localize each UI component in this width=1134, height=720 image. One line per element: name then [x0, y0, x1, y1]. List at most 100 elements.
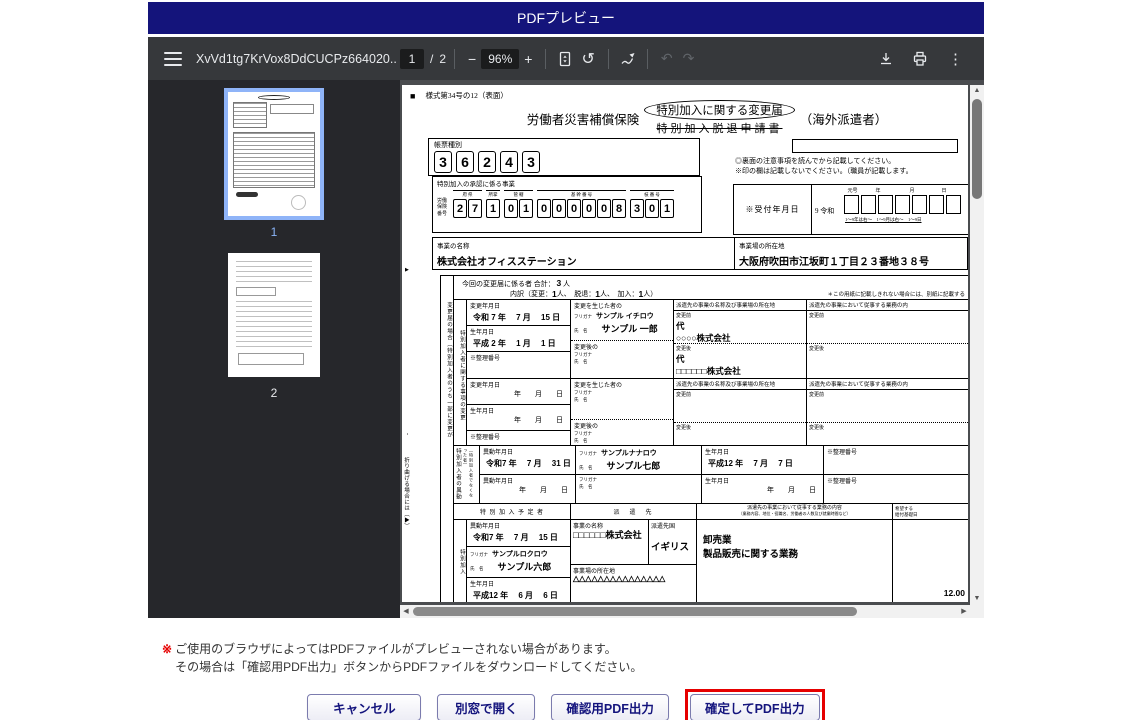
- form-type-digit: 4: [500, 151, 518, 173]
- page-number-input[interactable]: 1: [400, 48, 424, 69]
- thumbnail-page-1[interactable]: [224, 88, 324, 220]
- hoken-head: 府 県: [453, 190, 482, 198]
- open-new-window-button[interactable]: 別窓で開く: [437, 694, 536, 720]
- after-label: 変更後: [809, 347, 825, 353]
- menu-icon[interactable]: [164, 51, 182, 66]
- confirm-pdf-output-button[interactable]: 確認用PDF出力: [551, 694, 669, 720]
- name-label: 氏 名: [579, 465, 593, 471]
- work-header: 派遣先の事業において従事する業務の内: [807, 300, 968, 312]
- business-address-value: 大阪府吹田市江坂町１丁目２３番地３８号: [739, 257, 929, 268]
- zoom-in-button[interactable]: +: [519, 49, 537, 69]
- reception-date-box: ※受付年月日 9 令和 元号 年 月 日 1～9年は右～ 1～9月は右～ 1～9…: [733, 184, 968, 235]
- summary-text: 人、 加入：: [599, 290, 639, 299]
- thumb-decor: [258, 95, 290, 100]
- warning-asterisk: ※: [162, 642, 173, 656]
- hoken-digit: 0: [537, 199, 551, 218]
- annotate-pen-icon[interactable]: [617, 48, 639, 70]
- person-label: 変更を生じた者の: [574, 304, 623, 311]
- thumbnail-label-2: 2: [270, 386, 278, 400]
- form-type-digit: 3: [434, 151, 452, 173]
- enrollment-row-1: 特別加入 異動年月日 令和7 年 7 月 15 日 フリガナ サンプルロクロウ 氏 …: [454, 520, 968, 602]
- furigana-label: フリガナ: [574, 390, 592, 396]
- dispatch-dest-header: 派 遣 先: [571, 504, 697, 519]
- business-name-row: 事業の名称 株式会社オフィスステーション 事業場の所在地 大阪府吹田市江坂町１丁…: [432, 237, 968, 270]
- hoken-digit: 0: [645, 199, 659, 218]
- summary-text: 人）: [643, 290, 658, 299]
- hoken-digit: 0: [567, 199, 581, 218]
- enrollee-header: 特 別 加 入 予 定 者: [454, 504, 571, 519]
- thumb-decor: [233, 132, 315, 188]
- thumb-decor: [236, 301, 312, 347]
- summary-breakdown-line: 内訳（変更： 1 人、 脱退： 1 人、 加入： 1 人） ＊この用紙に記載しき…: [454, 289, 968, 299]
- date-label: 異動年月日: [470, 524, 501, 530]
- instruction-notes: ◎裏面の注意事項を読んでから記載してください。 ※印の欄は記載しないでください。…: [735, 156, 913, 176]
- change-date-value: 令和 7 年 7 月 15 日: [473, 313, 561, 323]
- summary-text: 人、 脱退：: [556, 290, 596, 299]
- era-head: 年: [875, 189, 881, 194]
- print-icon[interactable]: [909, 48, 931, 70]
- note-line: ◎裏面の注意事項を読んでから記載してください。: [735, 157, 896, 165]
- hoken-digit: 1: [519, 199, 533, 218]
- country-label: 派遣先国: [651, 524, 676, 530]
- name-value: サンプル七郎: [606, 461, 661, 472]
- summary-total-line: 今回の変更届に係る者 合計： 3 人: [454, 276, 968, 289]
- scroll-up-icon[interactable]: ▲: [970, 85, 984, 97]
- rotate-icon[interactable]: ↺: [576, 47, 599, 71]
- scroll-left-icon[interactable]: ◀: [400, 605, 412, 618]
- person-label: 変更を生じた者の: [574, 383, 623, 390]
- scroll-down-icon[interactable]: ▼: [970, 593, 984, 605]
- furigana-value: サンプルロクロウ: [492, 551, 548, 558]
- dispatch-before-value: 代 ○○○○株式会社: [676, 321, 731, 344]
- scrollbar-corner: [970, 605, 984, 618]
- era-head: 月: [909, 189, 915, 194]
- scroll-right-icon[interactable]: ▶: [958, 605, 970, 618]
- summary-text: 人: [562, 280, 570, 288]
- serial-label: ※整理番号: [827, 479, 858, 486]
- date-label: 変更年月日: [470, 304, 501, 311]
- page-divider: /: [430, 51, 434, 66]
- thumb-decor: [233, 102, 267, 128]
- section-enrollment: 特 別 加 入 予 定 者 派 遣 先 派遣先の事業において従事する業務の内容（…: [454, 503, 968, 602]
- empty-date: 年 月 日: [519, 486, 568, 495]
- undo-icon[interactable]: ↶: [656, 48, 678, 69]
- empty-date: 年 月 日: [514, 416, 563, 425]
- insurance-number-box: 特別加入の承認に係る事業 労働 保険 番号 府 県 27 所掌 1 管 轄 01: [432, 176, 702, 233]
- dialog-titlebar: PDFプレビュー: [148, 2, 984, 34]
- benefit-amount-value: 12.00: [943, 588, 965, 598]
- vertical-scrollbar[interactable]: ▲ ▼: [970, 85, 984, 605]
- summary-num: 3: [556, 278, 562, 288]
- dispatch-after-value: 代 □□□□□□株式会社: [676, 354, 741, 377]
- redo-icon[interactable]: ↷: [678, 48, 700, 69]
- horizontal-scrollbar[interactable]: ◀ ▶: [400, 605, 970, 618]
- name-label: 氏 名: [574, 438, 588, 444]
- change-row-1: 変更年月日 令和 7 年 7 月 15 日 生年月日 平成 2 年 1 月 1 日 …: [467, 300, 968, 379]
- zoom-out-button[interactable]: −: [463, 49, 481, 69]
- birth-label: 生年月日: [470, 582, 495, 588]
- name-label: 氏 名: [574, 359, 588, 365]
- hoken-digit: 0: [582, 199, 596, 218]
- after-person-label: 変更後の: [574, 345, 599, 352]
- name-label: 氏 名: [574, 397, 588, 403]
- warning-line-2: その場合は「確認用PDF出力」ボタンからPDFファイルをダウンロードしてください…: [175, 660, 643, 674]
- horizontal-scrollbar-thumb[interactable]: [413, 607, 857, 616]
- pdf-preview-dialog: PDFプレビュー XvVd1tg7KrVox8DdCUCPz664020... …: [148, 2, 984, 618]
- form-type-label: 帳票種別: [434, 141, 462, 149]
- vertical-scrollbar-thumb[interactable]: [972, 99, 982, 199]
- thumbnail-page-2[interactable]: [228, 253, 320, 377]
- zoom-level[interactable]: 96%: [481, 48, 520, 69]
- business-name-value: 株式会社オフィスステーション: [437, 257, 577, 268]
- more-options-icon[interactable]: ⋮: [943, 48, 968, 70]
- birth-label: 生年月日: [470, 409, 495, 416]
- pdf-page-1: ■ 様式第34号の12（表面） 労働者災害補償保険 特別加入に関する変更届 特別…: [402, 85, 968, 602]
- summary-note: ＊この用紙に記載しきれない場合には、別紙に記載する: [827, 292, 965, 299]
- cancel-button[interactable]: キャンセル: [307, 694, 422, 720]
- title-option-circled: 特別加入に関する変更届: [644, 100, 795, 120]
- toolbar-divider: [646, 48, 648, 69]
- fit-to-page-icon[interactable]: [554, 48, 576, 70]
- finalize-pdf-output-button[interactable]: 確定してPDF出力: [689, 694, 820, 720]
- name-label: 氏 名: [579, 484, 593, 490]
- download-icon[interactable]: [875, 48, 897, 70]
- summary-text: 内訳（変更：: [510, 290, 552, 299]
- country-value: イギリス: [651, 542, 690, 553]
- furigana-label: フリガナ: [470, 552, 488, 557]
